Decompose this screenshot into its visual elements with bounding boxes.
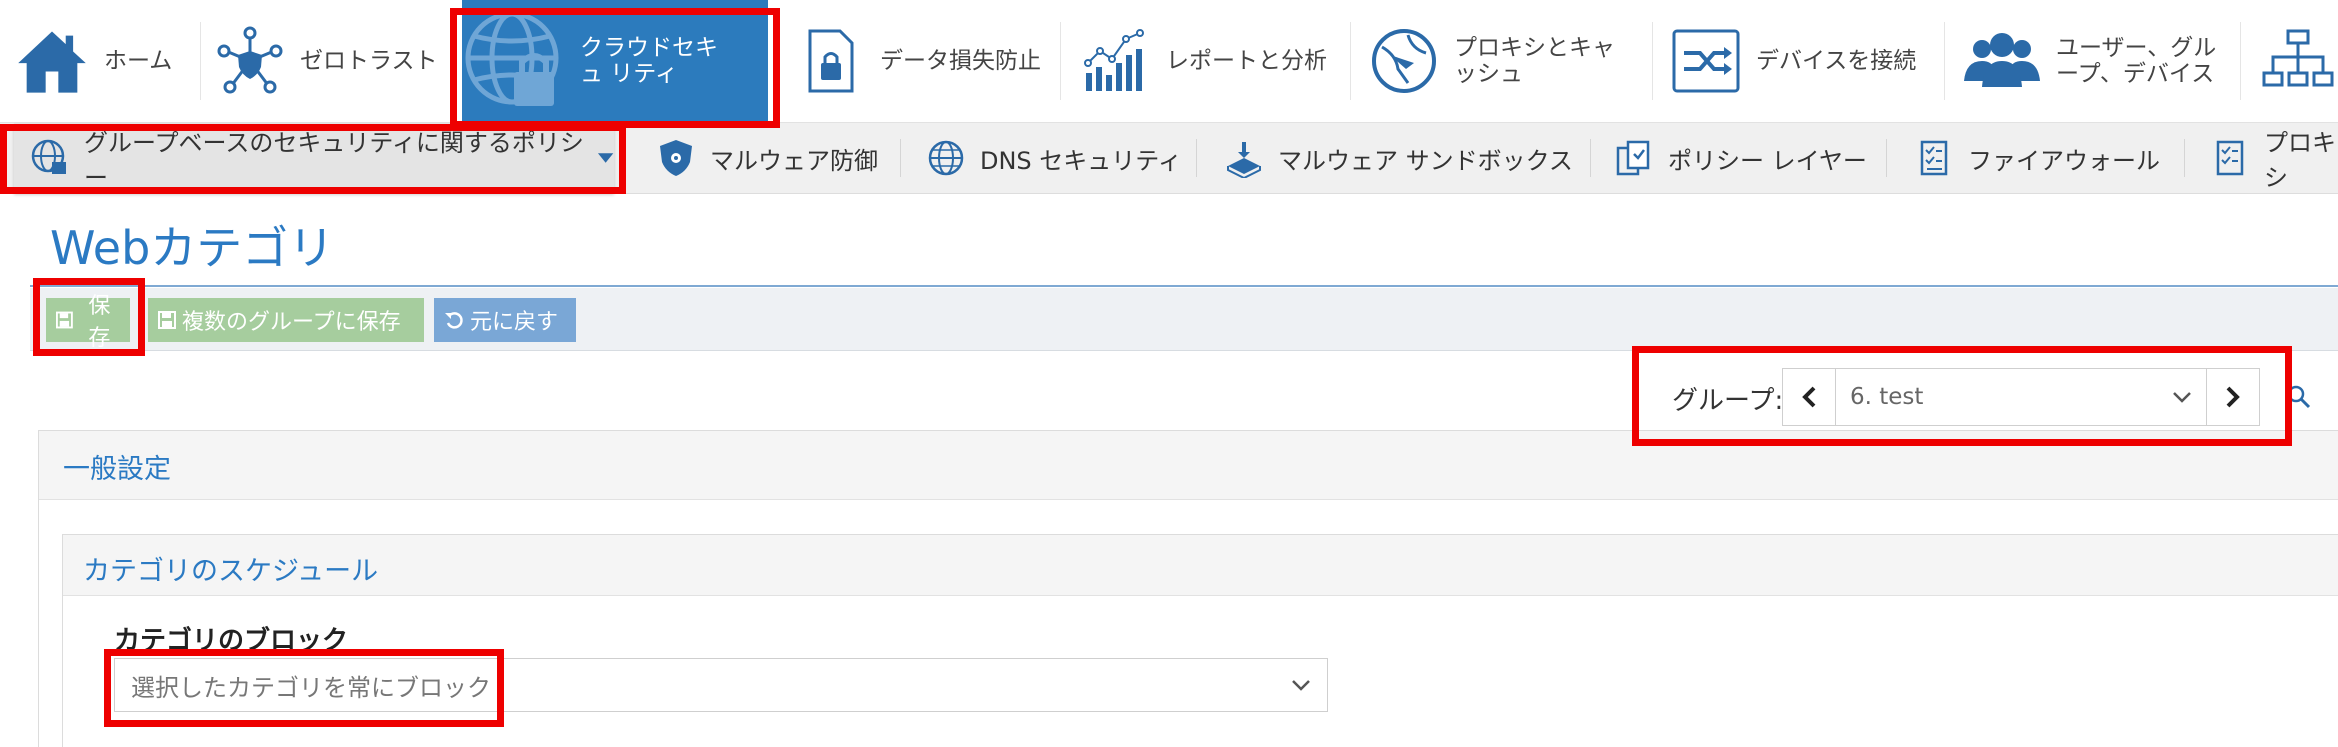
nav-connect-device[interactable]: デバイスを接続 (1670, 0, 1942, 122)
subnav-divider (2184, 139, 2185, 177)
sub-navigation: グループベースのセキュリティに関するポリシー マルウェア防御 DNS セキュリテ… (0, 123, 2338, 194)
subnav-divider (1196, 139, 1197, 177)
nav-proxy-cache[interactable]: プロキシとキャ ッシュ (1368, 0, 1648, 122)
subnav-dns-security[interactable]: DNS セキュリティ (926, 123, 1182, 193)
biohazard-shield-icon (660, 140, 692, 176)
cloud-security-globe-lock-icon (465, 11, 559, 106)
undo-icon (445, 312, 463, 329)
subnav-sandbox-label: マルウェア サンドボックス (1278, 146, 1573, 175)
sandbox-icon (1227, 142, 1261, 178)
zero-trust-icon (217, 26, 283, 94)
proxy-checklist-icon (2216, 140, 2244, 176)
page-title: Webカテゴリ (50, 221, 335, 275)
search-icon[interactable] (2286, 384, 2312, 410)
nav-home-label: ホーム (104, 48, 173, 74)
revert-label: 元に戻す (470, 310, 559, 335)
nav-cloud-security-label: クラウドセキュ リティ (580, 35, 718, 87)
nav-divider (1350, 22, 1351, 100)
nav-divider (1060, 22, 1061, 100)
subnav-malware-protection[interactable]: マルウェア防御 (656, 123, 878, 193)
floppy-disk-icon (56, 311, 73, 329)
nav-data-loss-label: データ損失防止 (880, 48, 1041, 74)
nav-divider (2240, 22, 2241, 100)
category-schedule-title: カテゴリのスケジュール (83, 556, 379, 587)
title-divider (30, 285, 2338, 287)
category-schedule-panel: カテゴリのスケジュール (62, 534, 2338, 747)
nav-org-chart[interactable] (2262, 0, 2338, 122)
data-loss-lock-icon (808, 29, 854, 93)
chevron-right-icon (2226, 386, 2240, 408)
connect-device-icon (1672, 29, 1740, 93)
nav-users-label: ユーザー、グル ープ、デバイス (2056, 35, 2217, 87)
globe-shield-icon (31, 139, 66, 174)
org-chart-icon (2262, 29, 2334, 87)
subnav-group-policy-dropdown[interactable]: グループベースのセキュリティに関するポリシー (14, 123, 614, 193)
save-button[interactable]: 保存 (46, 294, 130, 351)
report-chart-icon (1084, 29, 1144, 91)
category-schedule-header[interactable]: カテゴリのスケジュール (63, 535, 2338, 596)
firewall-checklist-icon (1920, 140, 1948, 176)
subnav-firewall-label: ファイアウォール (1968, 146, 2160, 175)
nav-zero-trust[interactable]: ゼロトラスト (214, 0, 450, 122)
nav-divider (1652, 22, 1653, 100)
general-settings-header[interactable]: 一般設定 (39, 431, 2338, 500)
proxy-cache-icon (1372, 29, 1436, 93)
save-multi-label: 複数のグループに保存 (182, 310, 401, 335)
group-select-value: 6. test (1850, 384, 1924, 410)
save-to-multiple-groups-button[interactable]: 複数のグループに保存 (148, 298, 424, 342)
subnav-proxy[interactable]: プロキシ (2210, 123, 2338, 193)
dns-globe-icon (928, 140, 964, 176)
subnav-policy-layer[interactable]: ポリシー レイヤー (1614, 123, 1867, 193)
general-settings-title: 一般設定 (63, 454, 171, 485)
users-icon (1964, 33, 2040, 87)
nav-divider (1944, 22, 1945, 100)
subnav-divider (1590, 139, 1591, 177)
action-toolbar: 保存 複数のグループに保存 元に戻す (30, 288, 2338, 351)
home-icon (18, 31, 86, 93)
nav-proxy-label: プロキシとキャ ッシュ (1454, 35, 1615, 87)
nav-zero-trust-label: ゼロトラスト (300, 48, 438, 74)
subnav-dns-label: DNS セキュリティ (980, 146, 1182, 175)
nav-users-groups[interactable]: ユーザー、グル ープ、デバイス (1962, 0, 2240, 122)
save-button-label: 保存 (88, 294, 111, 351)
subnav-divider (1886, 139, 1887, 177)
subnav-firewall[interactable]: ファイアウォール (1914, 123, 2160, 193)
chevron-left-icon (1802, 386, 1816, 408)
group-selector-label: グループ: (1672, 386, 1784, 416)
floppy-disk-icon (158, 311, 176, 329)
subnav-divider (900, 139, 901, 177)
policy-layer-icon (1616, 140, 1650, 176)
nav-reports[interactable]: レポートと分析 (1080, 0, 1342, 122)
nav-connect-device-label: デバイスを接続 (1756, 48, 1917, 74)
group-selector: 6. test (1782, 368, 2260, 426)
previous-group-button[interactable] (1783, 369, 1836, 425)
caret-down-icon (597, 153, 614, 163)
revert-button[interactable]: 元に戻す (434, 298, 576, 342)
subnav-policy-layer-label: ポリシー レイヤー (1668, 146, 1867, 175)
chevron-down-icon (1292, 680, 1310, 691)
chevron-down-icon (2173, 392, 2191, 403)
nav-reports-label: レポートと分析 (1166, 48, 1327, 74)
nav-home[interactable]: ホーム (14, 0, 204, 122)
group-select[interactable]: 6. test (1836, 369, 2207, 425)
nav-cloud-security[interactable]: クラウドセキュ リティ (462, 0, 768, 122)
subnav-proxy-label: プロキシ (2264, 129, 2336, 192)
subnav-malware-label: マルウェア防御 (710, 146, 878, 175)
category-block-select[interactable]: 選択したカテゴリを常にブロック (114, 658, 1328, 712)
top-navigation: ホーム ゼロトラスト クラウドセキュ リティ データ損失防止 レポートと分析 プ… (0, 0, 2338, 123)
subnav-group-policy-label: グループベースのセキュリティに関するポリシー (84, 129, 584, 192)
nav-data-loss-prevention[interactable]: データ損失防止 (794, 0, 1054, 122)
next-group-button[interactable] (2207, 369, 2259, 425)
subnav-malware-sandbox[interactable]: マルウェア サンドボックス (1224, 123, 1573, 193)
category-block-value: 選択したカテゴリを常にブロック (131, 673, 491, 702)
nav-divider (200, 22, 201, 100)
category-block-label: カテゴリのブロック (114, 626, 349, 656)
